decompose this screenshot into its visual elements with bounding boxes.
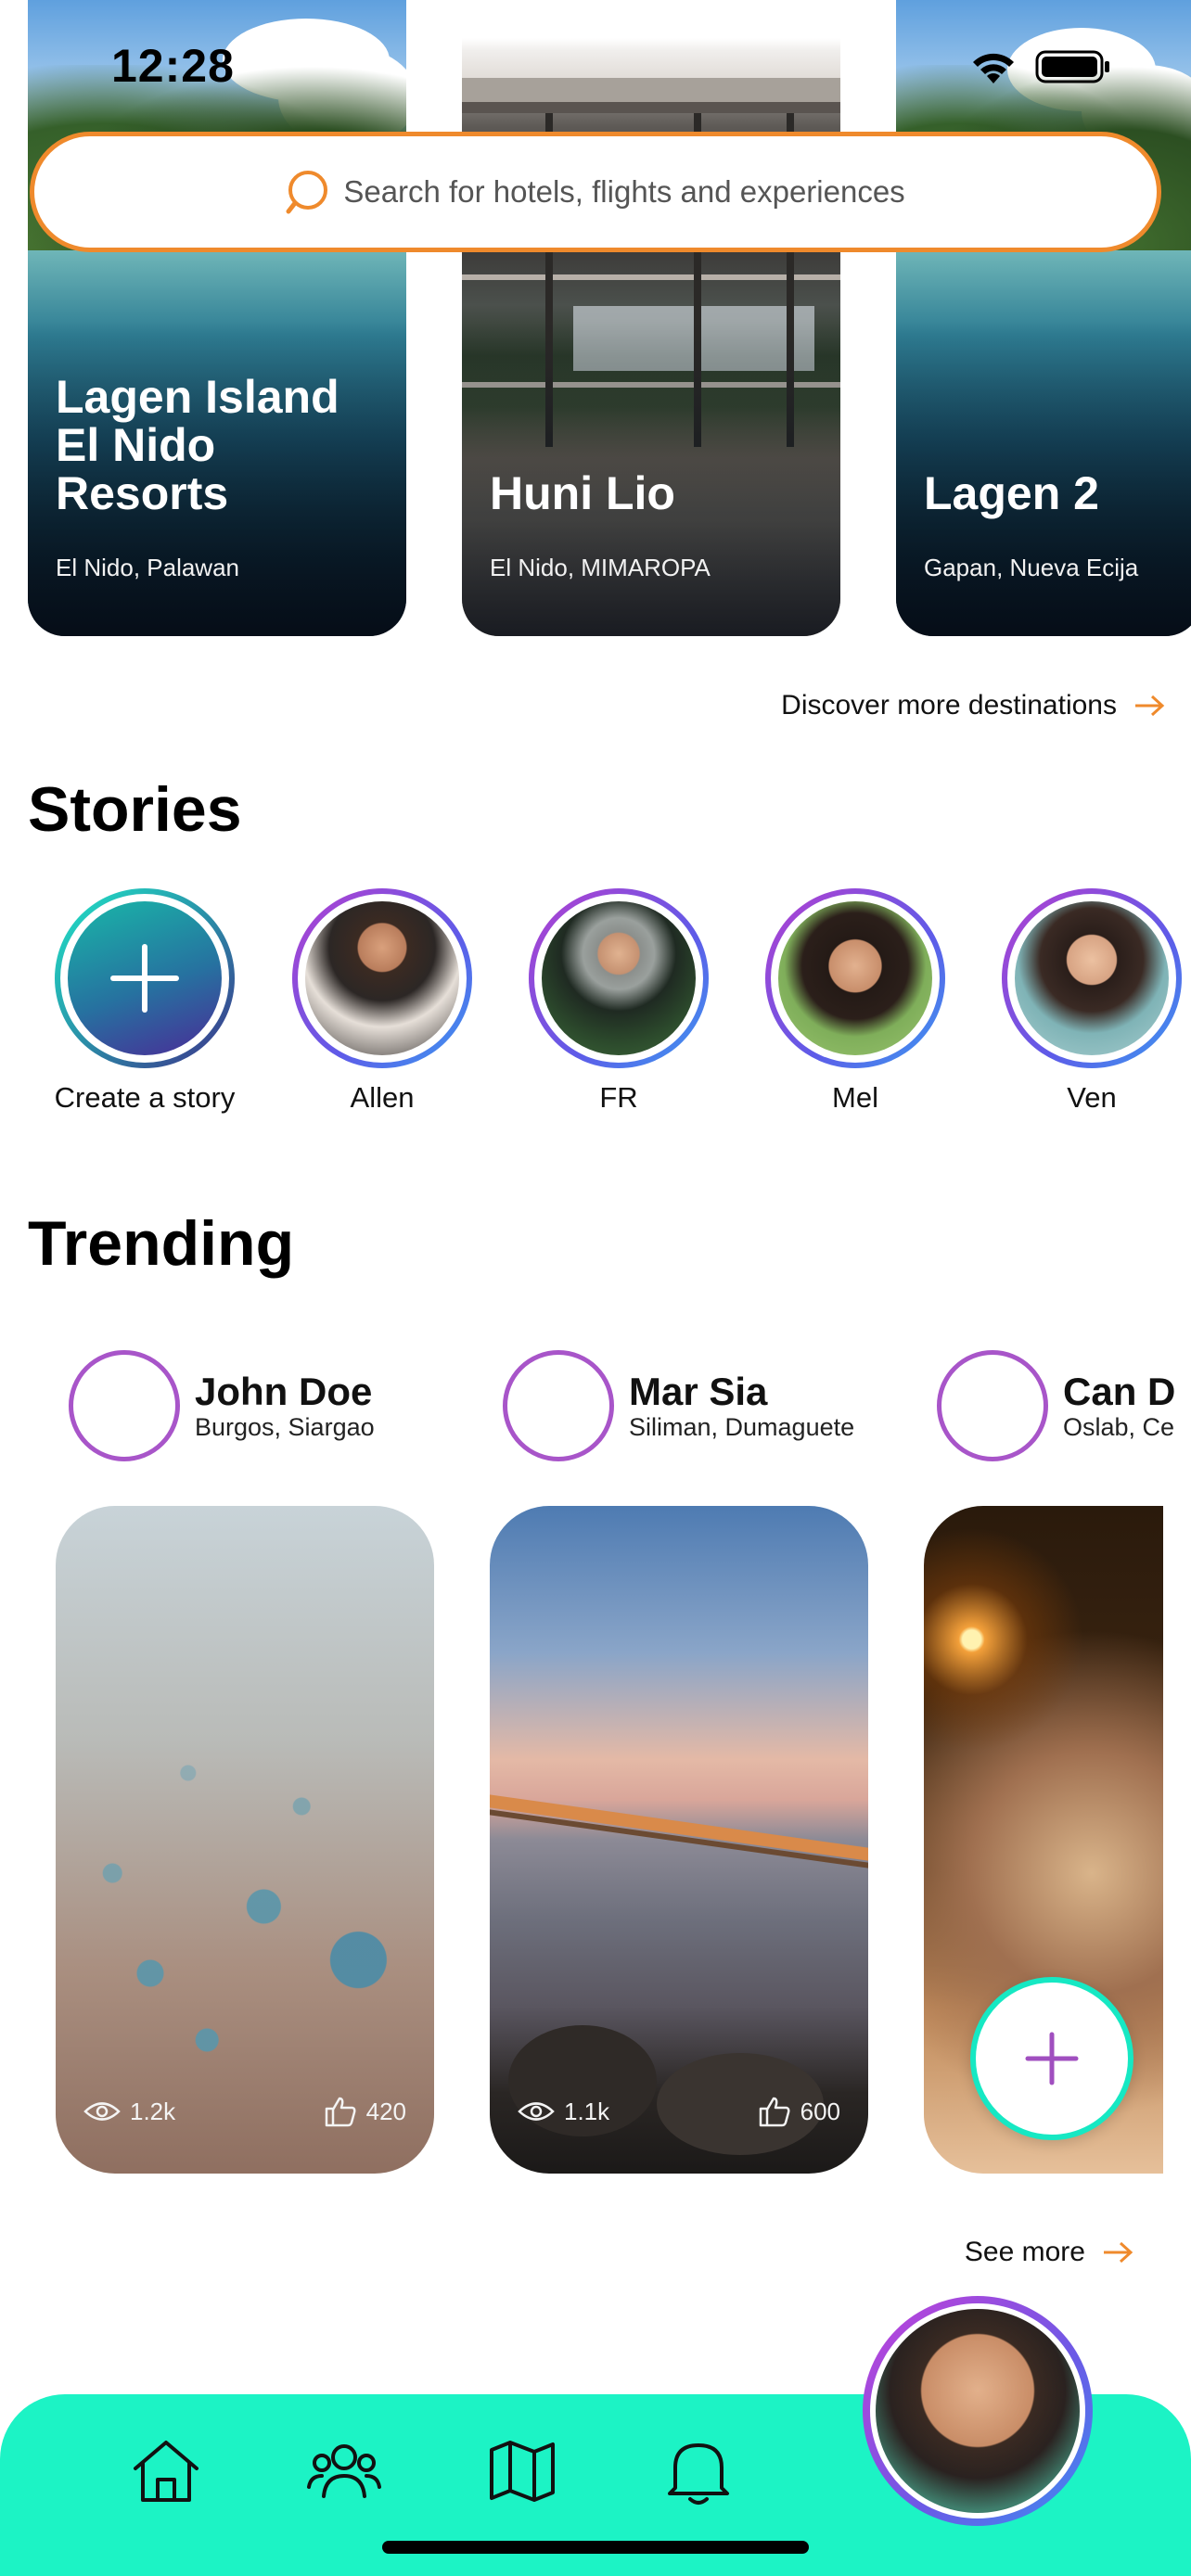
trending-post-card[interactable]: 1.1k 600 [490, 1506, 868, 2174]
stories-title: Stories [28, 774, 242, 845]
see-more-link[interactable]: See more [965, 2237, 1133, 2268]
avatar [69, 1350, 180, 1461]
search-bar[interactable]: Search for hotels, flights and experienc… [30, 132, 1161, 252]
discover-more-link[interactable]: Discover more destinations [781, 690, 1165, 721]
story-item[interactable]: FR [517, 888, 721, 1115]
nav-notifications[interactable] [657, 2429, 740, 2513]
story-item[interactable]: Allen [280, 888, 484, 1115]
story-name: Create a story [54, 1081, 236, 1114]
search-input[interactable]: Search for hotels, flights and experienc… [343, 174, 904, 210]
avatar [1015, 901, 1169, 1055]
wifi-icon [973, 53, 1014, 83]
story-name: FR [599, 1081, 638, 1114]
destination-card-2[interactable]: Huni Lio El Nido, MIMAROPA [462, 0, 840, 636]
destination-title: Huni Lio [490, 467, 675, 519]
story-name: Ven [1067, 1081, 1117, 1114]
nav-friends[interactable] [302, 2429, 386, 2513]
eye-icon [518, 2102, 555, 2121]
trending-user-name: Can D [1063, 1369, 1176, 1413]
trending-user-location: Oslab, Ce [1063, 1412, 1175, 1441]
arrow-right-icon [1104, 2241, 1133, 2264]
destination-card-3[interactable]: Lagen 2 Gapan, Nueva Ecija [896, 0, 1191, 636]
avatar [778, 901, 932, 1055]
trending-user-name: Mar Sia [629, 1369, 768, 1413]
trending-post-card[interactable]: 1.2k 420 [56, 1506, 434, 2174]
destination-location: Gapan, Nueva Ecija [924, 554, 1139, 581]
destination-card-1[interactable]: Lagen Island El Nido Resorts El Nido, Pa… [28, 0, 406, 636]
discover-more-label: Discover more destinations [781, 690, 1117, 721]
avatar [542, 901, 696, 1055]
story-name: Mel [832, 1081, 878, 1114]
avatar [937, 1350, 1048, 1461]
trending-user[interactable]: Can D Oslab, Ce [937, 1350, 1191, 1461]
plus-icon [110, 944, 179, 1013]
destination-location: El Nido, Palawan [56, 554, 239, 581]
search-icon [286, 171, 328, 214]
trending-user-location: Burgos, Siargao [195, 1412, 375, 1441]
avatar [503, 1350, 614, 1461]
create-story-button[interactable]: Create a story [43, 888, 247, 1115]
nav-map[interactable] [480, 2429, 564, 2513]
trending-user-name: John Doe [195, 1369, 373, 1413]
thumbs-up-icon [759, 2097, 790, 2127]
story-item[interactable]: Ven [990, 888, 1191, 1115]
arrow-right-icon [1135, 695, 1165, 717]
home-icon [134, 2441, 198, 2502]
story-name: Allen [350, 1081, 415, 1114]
friends-icon [307, 2444, 381, 2498]
thumbs-up-icon [325, 2097, 356, 2127]
profile-avatar-button[interactable] [863, 2296, 1093, 2526]
home-indicator [382, 2541, 809, 2554]
bell-icon [668, 2443, 729, 2505]
story-item[interactable]: Mel [753, 888, 957, 1115]
trending-title: Trending [28, 1208, 295, 1279]
trending-user[interactable]: John Doe Burgos, Siargao [69, 1350, 375, 1461]
eye-icon [83, 2102, 121, 2121]
see-more-label: See more [964, 2237, 1085, 2267]
plus-icon [1025, 2032, 1079, 2085]
destination-location: El Nido, MIMAROPA [490, 554, 711, 581]
map-icon [490, 2441, 555, 2502]
status-time: 12:28 [111, 40, 235, 92]
trending-user[interactable]: Mar Sia Siliman, Dumaguete [503, 1350, 854, 1461]
trending-user-location: Siliman, Dumaguete [629, 1412, 855, 1441]
view-count: 1.2k [130, 2097, 176, 2125]
nav-home[interactable] [124, 2429, 208, 2513]
like-count: 600 [800, 2097, 840, 2125]
destination-title: Lagen Island El Nido Resorts [56, 371, 339, 519]
view-count: 1.1k [564, 2097, 610, 2125]
add-post-button[interactable] [970, 1977, 1133, 2140]
like-count: 420 [365, 2097, 406, 2125]
destination-title: Lagen 2 [924, 467, 1099, 519]
avatar [876, 2309, 1080, 2513]
avatar [305, 901, 459, 1055]
status-icons [968, 48, 1113, 85]
battery-icon [1035, 50, 1109, 83]
